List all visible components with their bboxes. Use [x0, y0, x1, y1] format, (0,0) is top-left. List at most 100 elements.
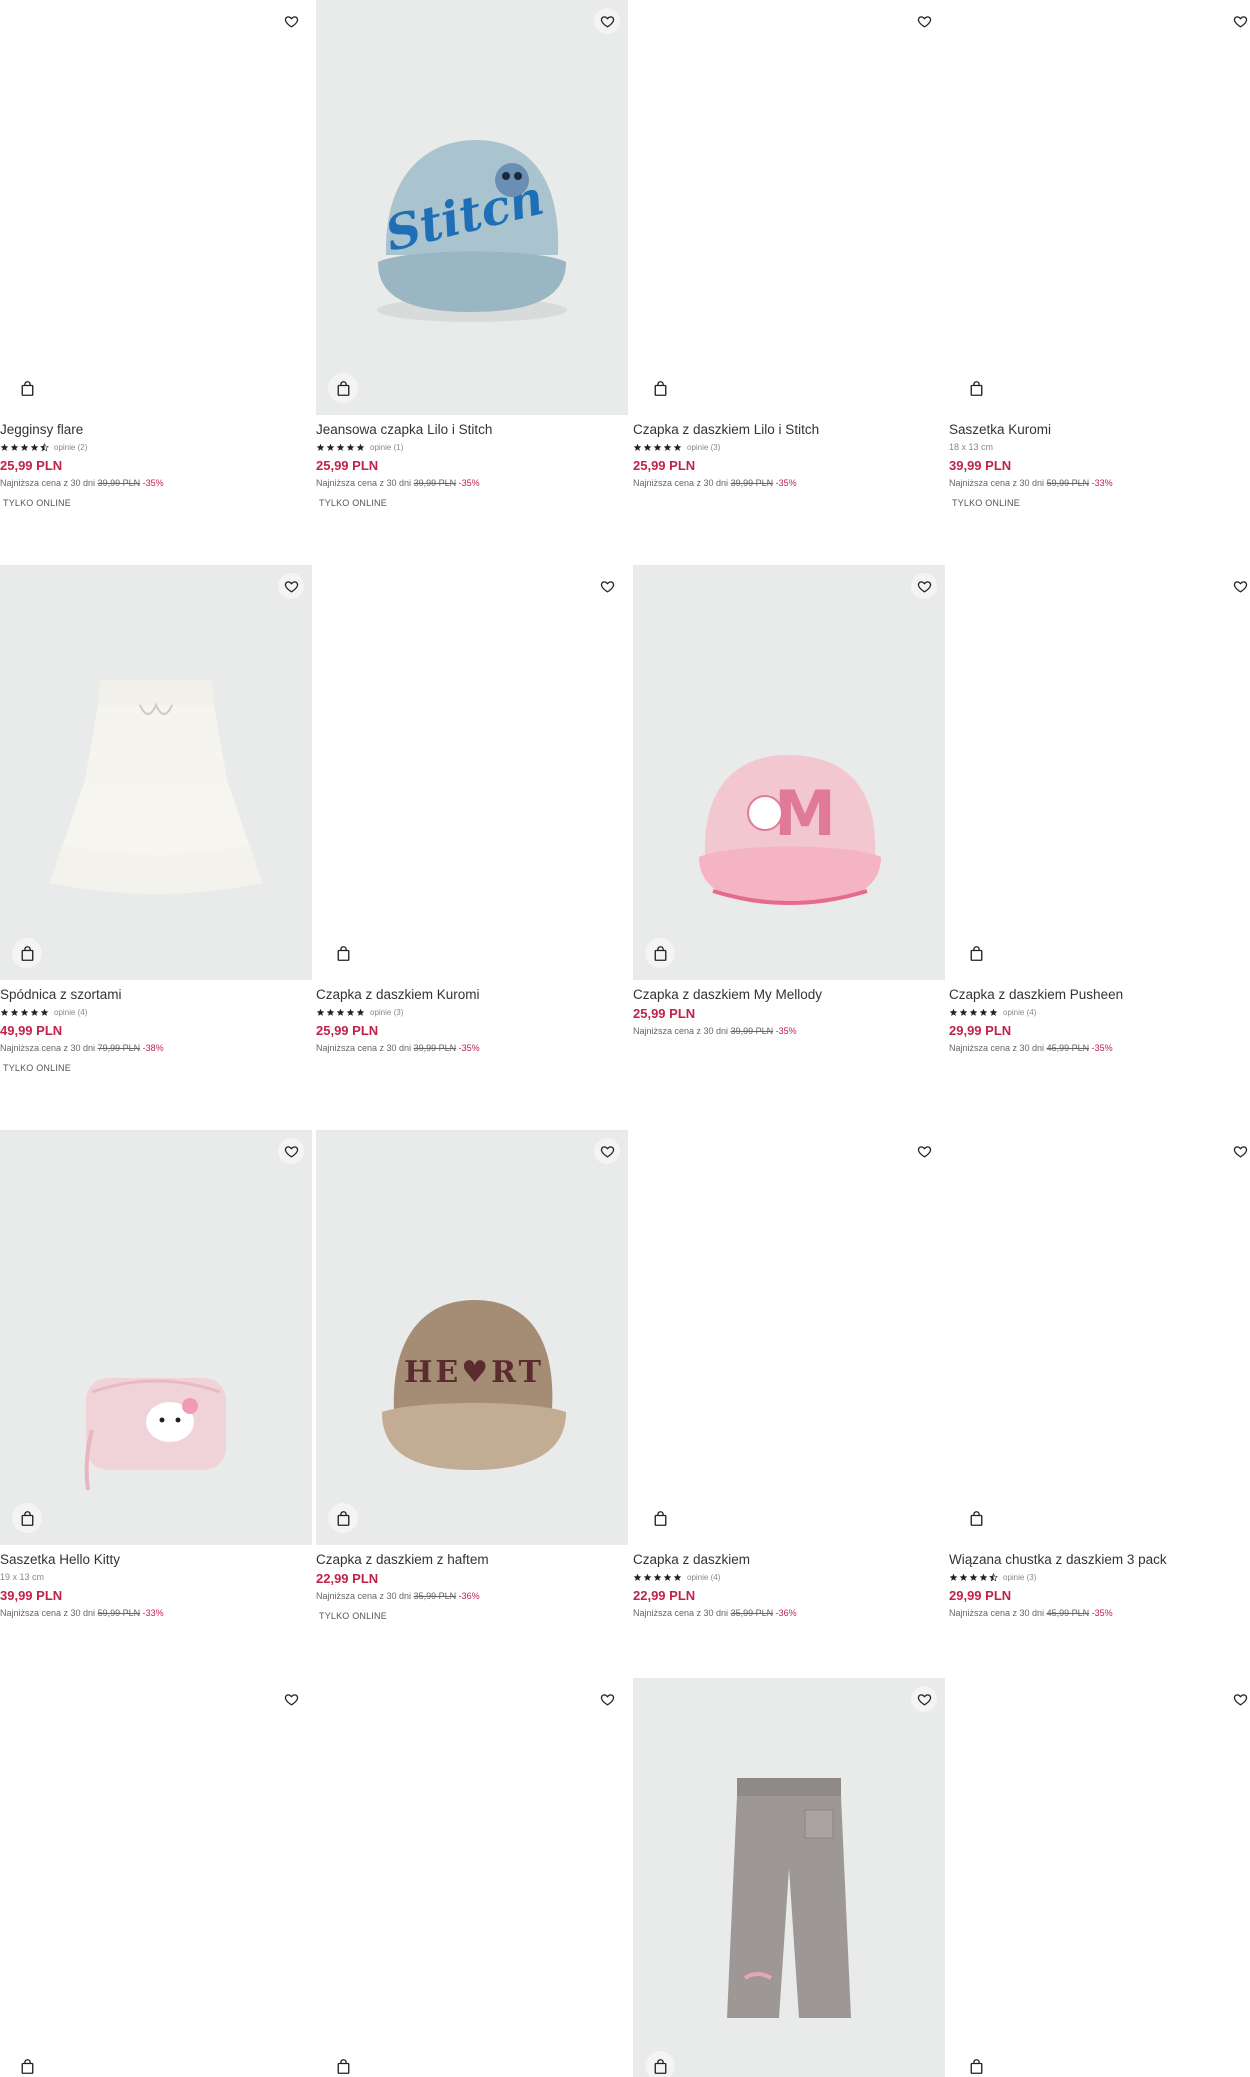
wishlist-heart-icon[interactable]	[1227, 8, 1250, 34]
add-to-cart-bag-icon[interactable]	[961, 1503, 991, 1533]
reviews-count[interactable]: opinie (3)	[687, 443, 720, 452]
discount-badge: -35%	[775, 1026, 797, 1036]
discount-badge: -35%	[775, 478, 797, 488]
add-to-cart-bag-icon[interactable]	[645, 2051, 675, 2077]
add-to-cart-bag-icon[interactable]	[12, 373, 42, 403]
product-image[interactable]	[633, 1678, 945, 2077]
product-image[interactable]	[949, 1678, 1250, 2077]
reviews-count[interactable]: opinie (4)	[1003, 1008, 1036, 1017]
svg-text:M: M	[774, 777, 836, 850]
wishlist-heart-icon[interactable]	[911, 8, 937, 34]
product-image[interactable]	[0, 1130, 312, 1545]
add-to-cart-bag-icon[interactable]	[328, 1503, 358, 1533]
wishlist-heart-icon[interactable]	[594, 1686, 620, 1712]
discount-badge: -35%	[458, 478, 480, 488]
old-price: 35,99 PLN	[730, 1608, 774, 1618]
product-price: 22,99 PLN	[633, 1588, 696, 1603]
star-icon	[30, 1008, 39, 1016]
star-icon	[949, 1573, 958, 1581]
product-image[interactable]	[633, 0, 945, 415]
add-to-cart-bag-icon[interactable]	[961, 373, 991, 403]
star-icon	[20, 443, 29, 451]
product-info: Wiązana chustka z daszkiem 3 pack opinie…	[949, 1551, 1250, 1621]
product-info: Czapka z daszkiem Pusheen opinie (4) 29,…	[949, 986, 1250, 1056]
reviews-count[interactable]: opinie (3)	[370, 1008, 403, 1017]
wishlist-heart-icon[interactable]	[278, 573, 304, 599]
product-name[interactable]: Czapka z daszkiem Lilo i Stitch	[633, 421, 945, 439]
wishlist-heart-icon[interactable]	[1227, 1138, 1250, 1164]
reviews-count[interactable]: opinie (4)	[54, 1008, 87, 1017]
online-only-label: TYLKO ONLINE	[952, 498, 1020, 508]
product-name[interactable]: Czapka z daszkiem My Mellody	[633, 986, 945, 1004]
product-price: 25,99 PLN	[316, 458, 379, 473]
star-icon	[653, 443, 662, 451]
product-name[interactable]: Spódnica z szortami	[0, 986, 312, 1004]
product-name[interactable]: Jeansowa czapka Lilo i Stitch	[316, 421, 628, 439]
product-name[interactable]: Czapka z daszkiem z haftem	[316, 1551, 628, 1569]
reviews-count[interactable]: opinie (4)	[687, 1573, 720, 1582]
product-image[interactable]	[316, 565, 628, 980]
product-name[interactable]: Czapka z daszkiem Pusheen	[949, 986, 1250, 1004]
add-to-cart-bag-icon[interactable]	[328, 373, 358, 403]
add-to-cart-bag-icon[interactable]	[12, 938, 42, 968]
rating: opinie (1)	[316, 439, 628, 456]
add-to-cart-bag-icon[interactable]	[12, 1503, 42, 1533]
lowest-price-30-days: Najniższa cena z 30 dni 39,99 PLN -35%	[316, 1040, 628, 1056]
lowest-price-label: Najniższa cena z 30 dni	[0, 478, 96, 488]
product-image[interactable]: HE♥RT	[316, 1130, 628, 1545]
product-image[interactable]: Stitch	[316, 0, 628, 415]
product-info: Czapka z daszkiem Kuromi opinie (3) 25,9…	[316, 986, 628, 1056]
wishlist-heart-icon[interactable]	[594, 1138, 620, 1164]
product-price: 29,99 PLN	[949, 1023, 1012, 1038]
online-only-label: TYLKO ONLINE	[3, 498, 71, 508]
add-to-cart-bag-icon[interactable]	[961, 938, 991, 968]
old-price: 39,99 PLN	[97, 478, 141, 488]
product-image[interactable]	[949, 1130, 1250, 1545]
wishlist-heart-icon[interactable]	[911, 1138, 937, 1164]
add-to-cart-bag-icon[interactable]	[645, 1503, 675, 1533]
star-icon	[20, 1008, 29, 1016]
product-image[interactable]	[0, 1678, 312, 2077]
product-name[interactable]: Czapka z daszkiem Kuromi	[316, 986, 628, 1004]
wishlist-heart-icon[interactable]	[278, 1686, 304, 1712]
wishlist-heart-icon[interactable]	[278, 1138, 304, 1164]
product-name[interactable]: Saszetka Hello Kitty	[0, 1551, 312, 1569]
star-icon	[346, 1008, 355, 1016]
add-to-cart-bag-icon[interactable]	[645, 938, 675, 968]
rating: opinie (4)	[633, 1569, 945, 1586]
add-to-cart-bag-icon[interactable]	[961, 2051, 991, 2077]
product-info: Saszetka Kuromi 18 x 13 cm 39,99 PLN Najni…	[949, 421, 1250, 508]
wishlist-heart-icon[interactable]	[1227, 1686, 1250, 1712]
product-image[interactable]: M	[633, 565, 945, 980]
add-to-cart-bag-icon[interactable]	[645, 373, 675, 403]
reviews-count[interactable]: opinie (3)	[1003, 1573, 1036, 1582]
reviews-count[interactable]: opinie (1)	[370, 443, 403, 452]
wishlist-heart-icon[interactable]	[911, 573, 937, 599]
online-only-label: TYLKO ONLINE	[319, 1611, 387, 1621]
reviews-count[interactable]: opinie (2)	[54, 443, 87, 452]
product-price: 29,99 PLN	[949, 1588, 1012, 1603]
wishlist-heart-icon[interactable]	[594, 8, 620, 34]
star-icon	[40, 1008, 49, 1016]
product-name[interactable]: Wiązana chustka z daszkiem 3 pack	[949, 1551, 1250, 1569]
product-image[interactable]	[949, 565, 1250, 980]
product-name[interactable]: Saszetka Kuromi	[949, 421, 1250, 439]
wishlist-heart-icon[interactable]	[278, 8, 304, 34]
discount-badge: -33%	[1091, 478, 1113, 488]
wishlist-heart-icon[interactable]	[911, 1686, 937, 1712]
product-image[interactable]	[949, 0, 1250, 415]
product-name[interactable]: Czapka z daszkiem	[633, 1551, 945, 1569]
product-image[interactable]	[316, 1678, 628, 2077]
star-icon	[643, 443, 652, 451]
product-name[interactable]: Jegginsy flare	[0, 421, 312, 439]
product-image[interactable]	[0, 565, 312, 980]
add-to-cart-bag-icon[interactable]	[12, 2051, 42, 2077]
add-to-cart-bag-icon[interactable]	[328, 2051, 358, 2077]
add-to-cart-bag-icon[interactable]	[328, 938, 358, 968]
product-image[interactable]	[633, 1130, 945, 1545]
rating-stars	[0, 443, 49, 452]
wishlist-heart-icon[interactable]	[1227, 573, 1250, 599]
wishlist-heart-icon[interactable]	[594, 573, 620, 599]
svg-text:HE♥RT: HE♥RT	[404, 1355, 544, 1390]
product-image[interactable]	[0, 0, 312, 415]
